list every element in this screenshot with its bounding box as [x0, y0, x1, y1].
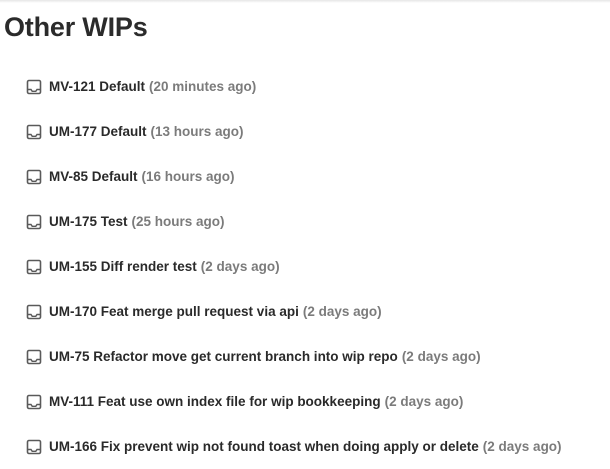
wip-list: MV-121 Default (20 minutes ago) UM-177 D… — [26, 64, 562, 469]
wip-timestamp: (20 minutes ago) — [149, 79, 257, 94]
wip-name: UM-75 Refactor move get current branch i… — [49, 349, 398, 364]
wip-timestamp: (2 days ago) — [384, 394, 464, 409]
wip-timestamp: (2 days ago) — [401, 349, 481, 364]
page-title: Other WIPs — [4, 12, 148, 42]
wip-item[interactable]: UM-170 Feat merge pull request via api (… — [26, 289, 562, 334]
wip-name: UM-155 Diff render test — [49, 259, 197, 274]
wip-item[interactable]: MV-121 Default (20 minutes ago) — [26, 64, 562, 109]
wip-item[interactable]: UM-175 Test (25 hours ago) — [26, 199, 562, 244]
wip-timestamp: (16 hours ago) — [141, 169, 235, 184]
inbox-tray-icon — [26, 304, 42, 319]
wip-timestamp: (13 hours ago) — [150, 124, 244, 139]
wip-item[interactable]: MV-111 Feat use own index file for wip b… — [26, 379, 562, 424]
inbox-tray-icon — [26, 349, 42, 364]
wip-timestamp: (2 days ago) — [200, 259, 280, 274]
wip-item[interactable]: UM-166 Fix prevent wip not found toast w… — [26, 424, 562, 469]
wip-timestamp: (2 days ago) — [302, 304, 382, 319]
top-divider — [0, 0, 610, 3]
inbox-tray-icon — [26, 124, 42, 139]
wip-name: UM-175 Test — [49, 214, 128, 229]
wip-item[interactable]: UM-155 Diff render test (2 days ago) — [26, 244, 562, 289]
wip-item[interactable]: UM-75 Refactor move get current branch i… — [26, 334, 562, 379]
inbox-tray-icon — [26, 169, 42, 184]
inbox-tray-icon — [26, 79, 42, 94]
inbox-tray-icon — [26, 214, 42, 229]
wip-name: MV-85 Default — [49, 169, 138, 184]
wip-timestamp: (2 days ago) — [482, 439, 562, 454]
wip-name: MV-121 Default — [49, 79, 146, 94]
inbox-tray-icon — [26, 259, 42, 274]
wip-item[interactable]: MV-85 Default (16 hours ago) — [26, 154, 562, 199]
inbox-tray-icon — [26, 439, 42, 454]
wip-name: UM-177 Default — [49, 124, 147, 139]
wip-name: UM-166 Fix prevent wip not found toast w… — [49, 439, 479, 454]
wip-item[interactable]: UM-177 Default (13 hours ago) — [26, 109, 562, 154]
wip-name: UM-170 Feat merge pull request via api — [49, 304, 299, 319]
wip-timestamp: (25 hours ago) — [131, 214, 225, 229]
wip-name: MV-111 Feat use own index file for wip b… — [49, 394, 381, 409]
inbox-tray-icon — [26, 394, 42, 409]
